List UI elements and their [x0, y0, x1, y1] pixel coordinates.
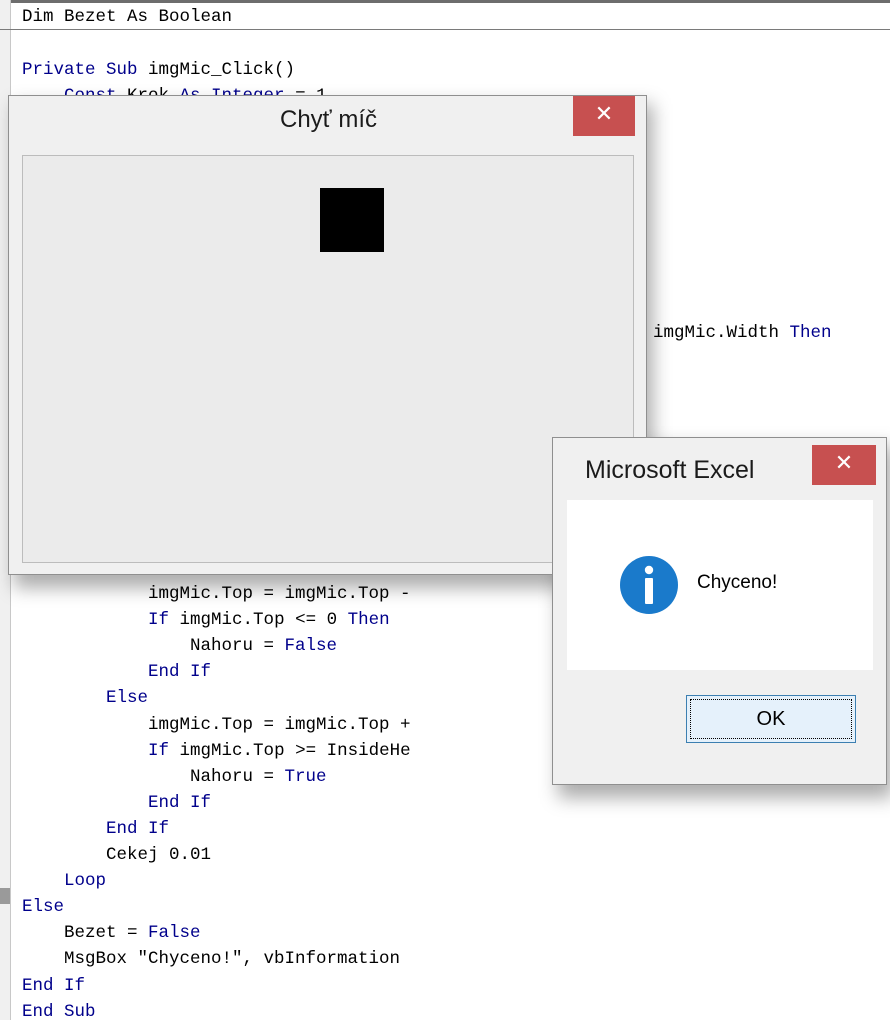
- code-line[interactable]: Cekej 0.01: [22, 842, 211, 868]
- code-keyword: False: [284, 636, 338, 657]
- code-text: imgMic.Top <= 0: [169, 610, 348, 631]
- message-box-title: Microsoft Excel: [585, 456, 755, 484]
- code-text: Bezet =: [22, 923, 149, 944]
- code-keyword: Else: [106, 688, 149, 709]
- code-line[interactable]: End If: [22, 973, 85, 999]
- button-bar: OK: [567, 670, 873, 770]
- editor-top-border: [0, 0, 890, 3]
- code-keyword: Else: [22, 897, 65, 918]
- code-keyword: End If: [148, 792, 212, 813]
- ok-button[interactable]: OK: [686, 695, 856, 743]
- code-line[interactable]: End If: [22, 816, 169, 842]
- code-text: imgMic.Top >= InsideHe: [169, 740, 411, 761]
- information-icon: [620, 556, 678, 614]
- code-line[interactable]: Private Sub imgMic_Click(): [22, 57, 295, 83]
- code-keyword: Then: [347, 610, 390, 631]
- game-area: [22, 155, 634, 563]
- code-line[interactable]: End If: [22, 659, 211, 685]
- code-line[interactable]: If imgMic.Top <= 0 Then: [22, 607, 390, 633]
- window-title: Chyť míč: [279, 106, 377, 133]
- code-text: imgMic.Width: [653, 323, 790, 343]
- code-keyword: True: [284, 766, 327, 787]
- code-keyword: End If: [106, 818, 170, 839]
- message-body: Chyceno!: [567, 500, 873, 670]
- code-line[interactable]: Loop: [22, 868, 106, 894]
- close-button[interactable]: ✕: [573, 96, 635, 136]
- code-keyword: False: [148, 923, 201, 944]
- code-keyword: Private Sub: [22, 60, 149, 80]
- code-text: Nahoru =: [22, 766, 285, 787]
- code-keyword: Loop: [64, 871, 107, 892]
- declaration-line: Dim Bezet As Boolean: [22, 7, 233, 27]
- code-line[interactable]: Nahoru = True: [22, 764, 327, 790]
- close-icon: ✕: [834, 451, 854, 476]
- message-box: Microsoft Excel ✕ Chyceno! OK: [552, 437, 887, 785]
- code-text: imgMic.Top = imgMic.Top +: [22, 714, 411, 735]
- message-text: Chyceno!: [697, 572, 778, 593]
- code-line[interactable]: Nahoru = False: [22, 633, 337, 659]
- code-keyword: Then: [789, 323, 832, 343]
- code-line[interactable]: MsgBox "Chyceno!", vbInformation: [22, 946, 400, 972]
- margin-marker: [0, 888, 10, 904]
- code-keyword: End If: [22, 975, 86, 996]
- code-line[interactable]: Else: [22, 894, 64, 920]
- ball-image[interactable]: [320, 188, 384, 252]
- procedure-separator: [0, 29, 890, 30]
- desktop: Dim Bezet As Boolean Private Sub imgMic_…: [0, 0, 890, 1020]
- code-text: Nahoru =: [22, 636, 285, 657]
- code-keyword: End If: [148, 662, 212, 683]
- code-line[interactable]: Bezet = False: [22, 920, 201, 946]
- code-text: Cekej 0.01: [22, 845, 212, 865]
- code-keyword: If: [148, 740, 170, 761]
- code-line[interactable]: If imgMic.Top >= InsideHe: [22, 738, 411, 764]
- code-text: imgMic_Click(): [148, 60, 296, 80]
- code-text: MsgBox "Chyceno!", vbInformation: [22, 949, 401, 970]
- code-line[interactable]: Else: [22, 685, 148, 711]
- code-keyword: End Sub: [22, 1001, 96, 1020]
- message-box-close-button[interactable]: ✕: [812, 445, 876, 485]
- code-line[interactable]: End If: [22, 790, 211, 816]
- code-line-fragment[interactable]: imgMic.Width Then: [653, 320, 832, 346]
- code-line[interactable]: End Sub: [22, 999, 96, 1020]
- close-icon: ✕: [594, 102, 614, 127]
- code-line[interactable]: imgMic.Top = imgMic.Top +: [22, 712, 411, 738]
- code-keyword: If: [148, 610, 170, 631]
